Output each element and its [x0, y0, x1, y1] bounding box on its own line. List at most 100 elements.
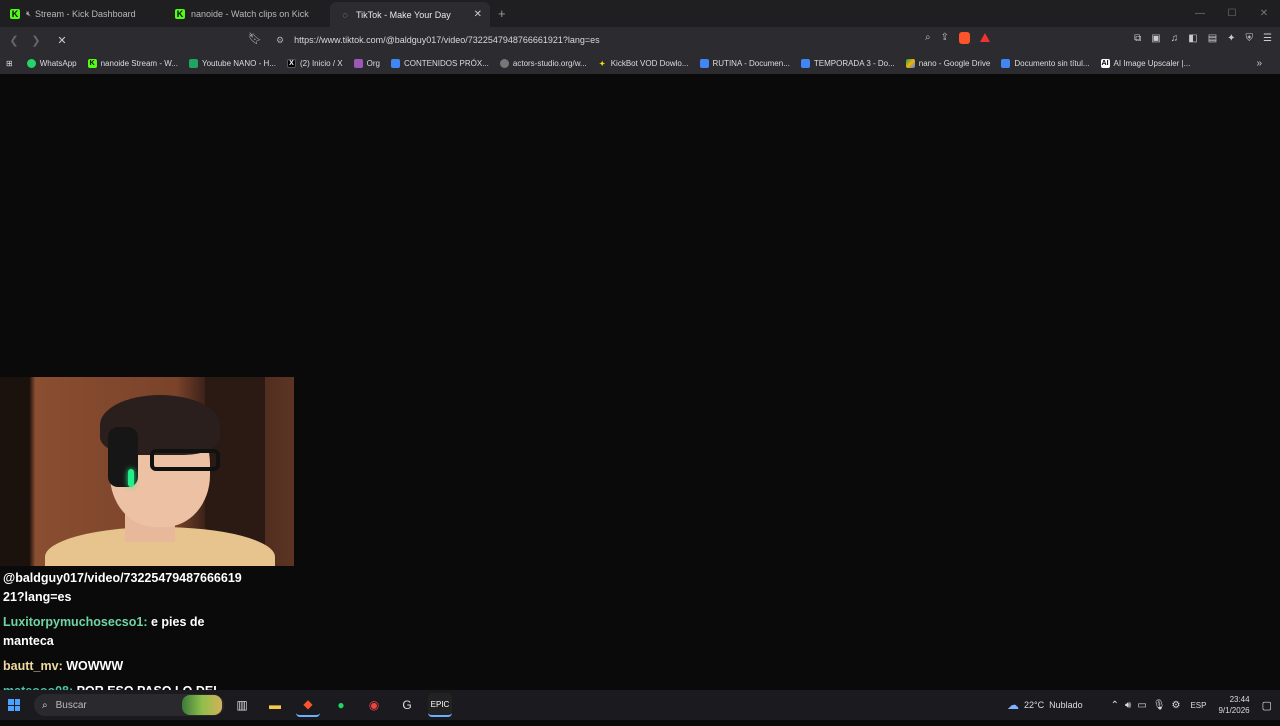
docs-icon — [699, 59, 709, 68]
mute-icon[interactable]: 🔇︎ — [26, 9, 31, 19]
stop-loading-button[interactable]: ✕ — [54, 34, 70, 47]
bookmark-whatsapp[interactable]: WhatsApp — [26, 59, 77, 68]
site-settings-icon[interactable]: ⚙ — [276, 35, 284, 46]
cloud-icon: ☁ — [1006, 698, 1019, 712]
window-controls: — ☐ ✕ — [1184, 0, 1280, 27]
notification-icon[interactable]: ▢ — [1262, 699, 1272, 712]
media-icon[interactable]: ♫ — [1171, 33, 1179, 44]
spotify-icon[interactable]: ● — [329, 693, 353, 717]
system-tray: ☁ 22°C Nublado ⌃ 🔊︎ ▭ 🎙︎ ⚙ ESP 23:44 9/1… — [1007, 690, 1272, 720]
bookmark-documento[interactable]: Documento sin títul... — [1001, 59, 1090, 68]
start-button[interactable] — [8, 699, 20, 711]
bookmark-contenidos[interactable]: CONTENIDOS PRÓX... — [390, 59, 489, 68]
search-placeholder: Buscar — [55, 699, 87, 711]
new-tab-button[interactable]: + — [498, 6, 506, 21]
share-icon[interactable]: ⇪ — [941, 32, 949, 44]
kick-icon: K — [175, 8, 185, 19]
chat-message: bautt_mv: WOWWW — [3, 657, 243, 676]
apps-grid-icon[interactable]: ⊞ — [6, 59, 13, 68]
chat-username: Luxitorpymuchosecso1: — [3, 615, 148, 629]
bookmark-nanoide-stream[interactable]: Knanoide Stream - W... — [87, 59, 178, 68]
weather-temp: 22°C — [1023, 700, 1045, 710]
chat-text: @baldguy017/video/7322547948766661921?la… — [3, 571, 242, 604]
bookmark-temporada[interactable]: TEMPORADA 3 - Do... — [800, 59, 895, 68]
brave-browser-icon[interactable]: ◆ — [296, 693, 320, 717]
taskbar-search[interactable]: ⌕ Buscar — [34, 694, 224, 716]
globe-icon — [499, 59, 509, 68]
chat-text: WOWWW — [62, 659, 124, 673]
navigation-toolbar: ❮ ❯ ✕ 🔖︎ ⚙ https://www.tiktok.com/@baldg… — [0, 27, 1280, 53]
drive-icon — [905, 59, 915, 68]
menu-icon[interactable]: ☰ — [1263, 33, 1272, 44]
language-indicator[interactable]: ESP — [1190, 701, 1206, 710]
docs-icon — [800, 59, 810, 68]
bookmark-x[interactable]: X (2) Inicio / X — [286, 59, 343, 68]
taskbar: ⌕ Buscar ▥ ▬ ◆ ● ◉ G EPIC ☁ 22°C Nublado… — [0, 690, 1280, 720]
tab-tiktok[interactable]: ◌ TikTok - Make Your Day ✕ — [330, 2, 490, 27]
vpn-icon[interactable]: ⛨ — [1246, 33, 1254, 44]
loading-icon: ◌ — [342, 9, 348, 20]
close-window-button[interactable]: ✕ — [1248, 0, 1280, 27]
close-tab-icon[interactable]: ✕ — [474, 9, 482, 20]
browser-actions: ⧉ ▣ ♫ ◧ ▤ ✦ ⛨ ☰ — [1134, 33, 1272, 44]
screenshot-icon[interactable]: ▣ — [1151, 33, 1160, 44]
extensions-icon[interactable]: ⧉ — [1134, 33, 1141, 44]
search-highlight-image — [182, 695, 222, 715]
tab-title: Stream - Kick Dashboard — [35, 8, 136, 19]
kick-icon: K — [87, 59, 97, 68]
volume-icon[interactable]: 🔊︎ — [1125, 700, 1131, 711]
leo-ai-icon[interactable]: ✦ — [1227, 33, 1235, 44]
bookmarks-bar: ⊞ WhatsApp Knanoide Stream - W... Youtub… — [0, 53, 1280, 74]
url-text[interactable]: https://www.tiktok.com/@baldguy017/video… — [294, 35, 600, 45]
network-icon[interactable]: ▭ — [1137, 700, 1146, 711]
forward-button[interactable]: ❯ — [28, 34, 44, 47]
zoom-icon[interactable]: ⌕ — [925, 32, 931, 44]
maximize-button[interactable]: ☐ — [1216, 0, 1248, 27]
file-explorer-icon[interactable]: ▬ — [263, 693, 287, 717]
sidebar-icon[interactable]: ◧ — [1188, 33, 1197, 44]
gear-icon[interactable]: ⚙ — [1171, 700, 1180, 711]
search-icon: ⌕ — [42, 699, 48, 711]
chat-message: Luxitorpymuchosecso1: e pies de manteca — [3, 613, 243, 651]
task-view-icon[interactable]: ▥ — [230, 693, 254, 717]
epic-games-icon[interactable]: EPIC — [428, 693, 452, 717]
address-bar[interactable]: ⚙ https://www.tiktok.com/@baldguy017/vid… — [270, 30, 990, 50]
kick-icon: K — [10, 8, 20, 19]
bookmark-actors-studio[interactable]: actors-studio.org/w... — [499, 59, 587, 68]
tab-kick-dashboard[interactable]: K 🔇︎ Stream - Kick Dashboard — [0, 0, 165, 27]
chat-message: @baldguy017/video/7322547948766661921?la… — [3, 569, 243, 607]
weather-desc: Nublado — [1049, 700, 1083, 710]
clock[interactable]: 23:44 9/1/2026 — [1218, 694, 1249, 716]
ai-icon: AI — [1100, 59, 1110, 68]
logitech-icon[interactable]: G — [395, 693, 419, 717]
docs-icon — [390, 59, 400, 68]
tab-kick-clips[interactable]: K nanoide - Watch clips on Kick — [165, 0, 330, 27]
chat-username: bautt_mv: — [3, 659, 63, 673]
more-bookmarks-icon[interactable]: » — [1256, 58, 1262, 69]
x-icon: X — [286, 59, 296, 68]
chevron-up-icon[interactable]: ⌃ — [1111, 700, 1119, 711]
brave-rewards-icon[interactable] — [980, 33, 990, 42]
bookmark-ai-upscaler[interactable]: AI AI Image Upscaler |... — [1100, 59, 1190, 68]
docs-icon — [1001, 59, 1011, 68]
tab-title: TikTok - Make Your Day — [356, 9, 451, 20]
back-button[interactable]: ❮ — [6, 34, 22, 47]
bookmark-youtube-nano[interactable]: Youtube NANO - H... — [188, 59, 276, 68]
whatsapp-icon — [26, 59, 36, 68]
brave-shields-icon[interactable] — [959, 32, 970, 44]
kickbot-icon: ✦ — [599, 60, 606, 68]
taskbar-apps: ▥ ▬ ◆ ● ◉ G EPIC — [230, 693, 452, 717]
obs-icon[interactable]: ◉ — [362, 693, 386, 717]
bookmark-org[interactable]: Org — [353, 59, 380, 68]
minimize-button[interactable]: — — [1184, 0, 1216, 27]
microphone-icon[interactable]: 🎙︎ — [1153, 700, 1166, 711]
clock-date: 9/1/2026 — [1218, 706, 1250, 715]
bookmark-rutina[interactable]: RUTINA - Documen... — [699, 59, 790, 68]
wallet-icon[interactable]: ▤ — [1208, 33, 1217, 44]
bookmark-google-drive[interactable]: nano - Google Drive — [905, 59, 990, 68]
bookmark-kickbot[interactable]: ✦ KickBot VOD Dowlo... — [598, 59, 688, 68]
weather-widget[interactable]: ☁ 22°C Nublado — [1007, 698, 1083, 712]
bookmark-icon[interactable]: 🔖︎ — [248, 32, 262, 45]
org-icon — [353, 59, 363, 68]
clock-time: 23:44 — [1229, 695, 1250, 704]
